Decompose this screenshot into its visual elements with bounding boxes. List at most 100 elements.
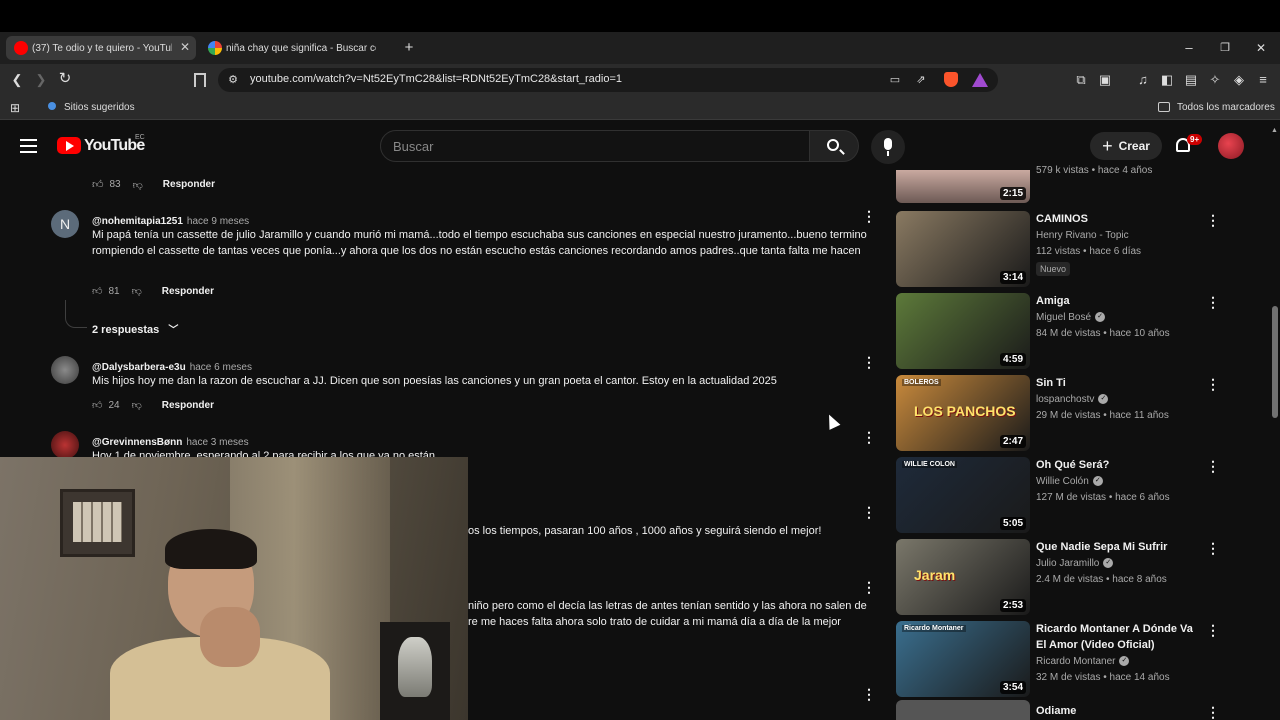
tab-youtube[interactable]: (37) Te odio y te quiero - YouTube ✕ [6, 36, 196, 60]
restore-icon[interactable]: ❐ [1216, 40, 1234, 56]
video-channel[interactable]: Ricardo Montaner ✓ [1036, 656, 1130, 667]
share-icon[interactable]: ⇗ [912, 72, 930, 88]
menu-icon[interactable]: ≡ [1254, 72, 1272, 88]
country-code: EC [135, 134, 145, 141]
thumbs-up-icon[interactable]: 👍︎ [92, 178, 104, 191]
tab-google[interactable]: niña chay que significa - Buscar con Goo… [200, 36, 396, 60]
video-more-icon[interactable]: ⋮ [1206, 705, 1220, 719]
apps-grid-icon[interactable]: ⊞ [6, 100, 24, 116]
video-more-icon[interactable]: ⋮ [1206, 213, 1220, 227]
comment-time[interactable]: hace 3 meses [186, 437, 248, 448]
video-more-icon[interactable]: ⋮ [1206, 623, 1220, 637]
reply-button[interactable]: Responder [162, 400, 214, 411]
brave-shield-icon[interactable] [944, 72, 958, 87]
reply-button[interactable]: Responder [162, 286, 214, 297]
scroll-up-icon[interactable]: ▲ [1271, 127, 1278, 134]
comment-time[interactable]: hace 6 meses [190, 362, 252, 373]
comment-more-icon[interactable]: ⋮ [862, 355, 876, 369]
video-thumbnail[interactable]: 4:59 [896, 293, 1030, 369]
video-thumbnail[interactable]: Jaram 2:53 [896, 539, 1030, 615]
video-channel[interactable]: Henry Rivano - Topic [1036, 230, 1129, 241]
thumbs-down-icon[interactable]: 👎︎ [133, 179, 143, 191]
site-settings-icon[interactable]: ⚙ [224, 72, 242, 88]
comment-author[interactable]: @GrevinnensBønn [92, 437, 182, 448]
hamburger-menu-icon[interactable] [20, 139, 37, 153]
reload-icon[interactable]: ↻ [56, 71, 74, 87]
channel-name: Julio Jaramillo [1036, 558, 1100, 569]
video-thumbnail[interactable]: Ricardo Montaner 3:54 [896, 621, 1030, 697]
scrollbar-thumb[interactable] [1272, 306, 1278, 418]
avatar[interactable] [51, 356, 79, 384]
leo-icon[interactable]: ✧ [1206, 72, 1224, 88]
video-thumbnail[interactable]: 3:14 [896, 211, 1030, 287]
comment-time[interactable]: hace 9 meses [187, 216, 249, 227]
brave-rewards-icon[interactable] [972, 73, 988, 87]
video-title[interactable]: Ricardo Montaner A Dónde Va El Amor (Vid… [1036, 621, 1196, 653]
video-more-icon[interactable]: ⋮ [1206, 295, 1220, 309]
video-thumbnail[interactable]: 2:15 [896, 170, 1030, 203]
comment-more-icon[interactable]: ⋮ [862, 580, 876, 594]
voice-search-button[interactable] [871, 130, 905, 164]
video-thumbnail[interactable]: WILLIE COLON 5:05 [896, 457, 1030, 533]
extensions-icon[interactable]: ⧉ [1072, 72, 1090, 88]
media-icon[interactable]: ♫ [1134, 72, 1152, 88]
video-channel[interactable]: Julio Jaramillo ✓ [1036, 558, 1114, 569]
video-duration: 4:59 [999, 353, 1026, 366]
back-icon[interactable]: ❮ [8, 72, 26, 88]
thumbs-up-icon[interactable]: 👍︎ [92, 285, 102, 297]
search-box[interactable]: Buscar [380, 130, 810, 162]
tab-title: (37) Te odio y te quiero - YouTube [32, 42, 172, 54]
video-title[interactable]: Amiga [1036, 293, 1196, 309]
cast-icon[interactable]: ▭ [886, 72, 904, 88]
bookmark-icon[interactable] [194, 73, 206, 87]
new-tab-button[interactable]: + [400, 40, 418, 56]
thumbs-down-icon[interactable]: 👎︎ [132, 399, 142, 411]
video-thumbnail[interactable]: BOLEROS LOS PANCHOS 2:47 [896, 375, 1030, 451]
youtube-logo-icon[interactable] [57, 137, 81, 154]
comment-author[interactable]: @Dalysbarbera-e3u [92, 362, 186, 373]
comment-actions: 👍︎ 83 👎︎ Responder [92, 178, 215, 191]
avatar[interactable]: N [51, 210, 79, 238]
video-more-icon[interactable]: ⋮ [1206, 541, 1220, 555]
video-title[interactable]: Que Nadie Sepa Mi Sufrir [1036, 539, 1196, 555]
poster [380, 622, 450, 720]
comment-author[interactable]: @nohemitapia1251 [92, 216, 183, 227]
video-channel[interactable]: Miguel Bosé ✓ [1036, 312, 1106, 323]
wallet-icon[interactable]: ▣ [1096, 72, 1114, 88]
all-bookmarks-link[interactable]: Todos los marcadores [1177, 102, 1275, 113]
video-thumbnail[interactable] [896, 700, 1030, 720]
vpn-icon[interactable]: ◈ [1230, 72, 1248, 88]
comment-more-icon[interactable]: ⋮ [862, 430, 876, 444]
person-hair [165, 529, 257, 569]
video-more-icon[interactable]: ⋮ [1206, 377, 1220, 391]
video-title[interactable]: Odiame [1036, 703, 1196, 719]
video-more-icon[interactable]: ⋮ [1206, 459, 1220, 473]
account-avatar[interactable] [1218, 133, 1244, 159]
tabs-icon[interactable]: ▤ [1182, 72, 1200, 88]
comment-more-icon[interactable]: ⋮ [862, 209, 876, 223]
avatar[interactable] [51, 431, 79, 459]
thumbs-down-icon[interactable]: 👎︎ [132, 285, 142, 297]
create-button[interactable]: + Crear [1090, 132, 1162, 160]
reply-button[interactable]: Responder [163, 179, 215, 190]
thumbs-up-icon[interactable]: 👍︎ [92, 399, 102, 411]
like-count: 24 [108, 399, 120, 411]
video-title[interactable]: Sin Ti [1036, 375, 1196, 391]
sidebar-icon[interactable]: ◧ [1158, 72, 1176, 88]
minimize-icon[interactable]: – [1180, 40, 1198, 56]
search-input[interactable]: Buscar [393, 139, 433, 154]
channel-name: Ricardo Montaner [1036, 656, 1116, 667]
replies-toggle[interactable]: 2 respuestas ﹀ [92, 321, 178, 336]
video-channel[interactable]: Willie Colón ✓ [1036, 476, 1103, 487]
video-channel[interactable]: lospanchostv ✓ [1036, 394, 1109, 405]
close-tab-icon[interactable]: ✕ [180, 40, 190, 54]
video-title[interactable]: Oh Qué Será? [1036, 457, 1196, 473]
scrollbar[interactable] [1270, 124, 1280, 720]
close-window-icon[interactable]: ✕ [1252, 40, 1270, 56]
comment-more-icon[interactable]: ⋮ [862, 505, 876, 519]
search-button[interactable] [809, 130, 859, 162]
comment-more-icon[interactable]: ⋮ [862, 687, 876, 701]
video-title[interactable]: CAMINOS [1036, 211, 1196, 227]
suggested-sites-link[interactable]: Sitios sugeridos [64, 102, 135, 113]
forward-icon[interactable]: ❯ [32, 72, 50, 88]
